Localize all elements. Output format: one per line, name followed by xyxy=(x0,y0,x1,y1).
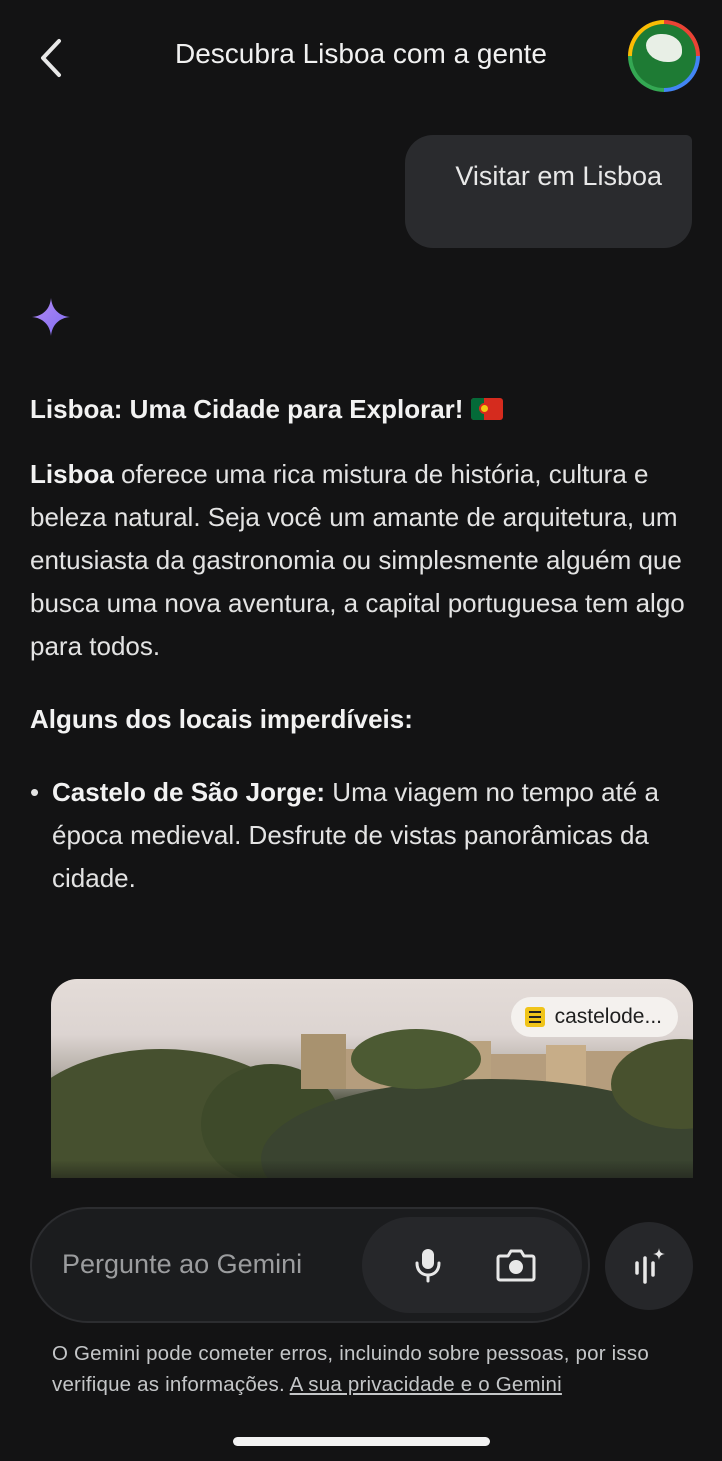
camera-icon xyxy=(496,1249,536,1282)
chat-screen: Descubra Lisboa com a gente Visitar em L… xyxy=(0,0,722,1461)
avatar[interactable] xyxy=(628,20,700,92)
image-source-chip[interactable]: castelode... xyxy=(510,997,678,1037)
intro-text: oferece uma rica mistura de história, cu… xyxy=(30,459,685,661)
bullet-dot: • xyxy=(30,777,40,807)
portugal-flag-icon xyxy=(471,398,504,420)
website-icon xyxy=(524,1007,545,1027)
microphone-button[interactable] xyxy=(404,1241,452,1289)
gemini-live-button[interactable] xyxy=(605,1222,693,1310)
input-tools xyxy=(362,1217,582,1313)
list-item: • Castelo de São Jorge: Uma viagem no tem… xyxy=(30,771,692,900)
avatar-map-shape xyxy=(646,34,682,62)
response-title: Lisboa: Uma Cidade para Explorar! xyxy=(30,388,692,431)
prompt-input-placeholder: Pergunte ao Gemini xyxy=(62,1249,303,1279)
prompt-input-bar[interactable]: Pergunte ao Gemini xyxy=(30,1207,590,1323)
image-source-label: castelode... xyxy=(554,1005,662,1028)
response-content: Lisboa: Uma Cidade para Explorar! Lisboa… xyxy=(30,388,692,900)
privacy-link[interactable]: A sua privacidade e o Gemini xyxy=(290,1373,562,1396)
list-item-bold: Castelo de São Jorge: xyxy=(52,777,326,807)
page-title: Descubra Lisboa com a gente xyxy=(175,38,547,69)
avatar-image xyxy=(632,24,696,88)
user-message-bubble[interactable]: Visitar em Lisboa xyxy=(405,135,692,248)
live-waveform-icon xyxy=(635,1248,665,1284)
top-app-bar: Descubra Lisboa com a gente xyxy=(0,0,722,112)
camera-button[interactable] xyxy=(492,1241,540,1289)
castle-image[interactable]: castelode... xyxy=(51,979,693,1179)
home-indicator[interactable] xyxy=(233,1437,490,1446)
microphone-icon xyxy=(415,1249,441,1283)
intro-bold: Lisboa xyxy=(30,459,114,489)
disclaimer: O Gemini pode cometer erros, incluindo s… xyxy=(52,1338,692,1400)
castle-tower xyxy=(301,1034,346,1089)
intro-paragraph: Lisboa oferece uma rica mistura de histó… xyxy=(30,453,692,668)
tree-cluster xyxy=(351,1029,481,1089)
response-title-text: Lisboa: Uma Cidade para Explorar! xyxy=(30,394,464,424)
gemini-spark-icon xyxy=(32,298,70,336)
section-title: Alguns dos locais imperdíveis: xyxy=(30,704,413,734)
